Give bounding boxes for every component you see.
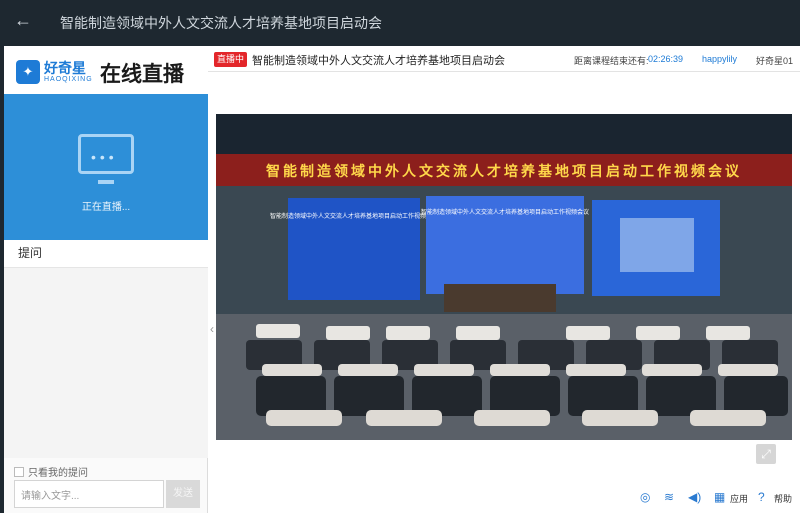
only-mine-checkbox[interactable]: 只看我的提问 bbox=[14, 464, 88, 479]
ask-list bbox=[4, 268, 208, 458]
apps-label[interactable]: 应用 bbox=[730, 492, 748, 505]
window-title-bar: ← 智能制造领域中外人文交流人才培养基地项目启动会 bbox=[0, 0, 800, 44]
app-screen: ✦ 好奇星 HAOQIXING 在线直播 ••• 正在直播... 提问 只看我的… bbox=[4, 46, 800, 513]
user-org: 好奇星01 bbox=[756, 56, 794, 66]
tv-icon: ••• bbox=[78, 134, 134, 174]
only-mine-label: 只看我的提问 bbox=[28, 468, 88, 479]
window-title: 智能制造领域中外人文交流人才培养基地项目启动会 bbox=[60, 15, 382, 31]
sidebar: ✦ 好奇星 HAOQIXING 在线直播 ••• 正在直播... 提问 只看我的… bbox=[4, 46, 208, 513]
center-screen-title: 智能制造领域中外人文交流人才培养基地项目启动工作视频会议 bbox=[421, 208, 589, 216]
live-status-panel: ••• 正在直播... bbox=[4, 94, 208, 240]
video-frame: 智能制造领域中外人文交流人才培养基地项目启动工作视频会议 智能制造领域中外人文交… bbox=[216, 114, 792, 440]
countdown-time: 02:26:39 bbox=[648, 54, 684, 64]
video-player[interactable]: 智能制造领域中外人文交流人才培养基地项目启动工作视频会议 智能制造领域中外人文交… bbox=[216, 114, 792, 440]
course-header: 直播中 智能制造领域中外人文交流人才培养基地项目启动会 距离课程结束还有: 02… bbox=[208, 46, 800, 72]
logo: ✦ 好奇星 HAOQIXING 在线直播 bbox=[4, 46, 208, 94]
right-screen-inner bbox=[620, 218, 694, 272]
logo-mark-icon: ✦ bbox=[16, 60, 40, 84]
countdown-label: 距离课程结束还有: bbox=[574, 56, 649, 66]
logo-sub: HAOQIXING bbox=[44, 76, 93, 83]
user-name[interactable]: happylily bbox=[702, 54, 737, 64]
tv-stand bbox=[98, 180, 114, 184]
tv-dots: ••• bbox=[91, 149, 118, 165]
help-label[interactable]: 帮助 bbox=[774, 492, 792, 505]
volume-icon[interactable]: ◀) bbox=[688, 490, 701, 504]
ask-input[interactable]: 请输入文字... bbox=[14, 480, 164, 508]
podium-table bbox=[444, 284, 556, 312]
ask-header: 提问 bbox=[4, 240, 208, 268]
chair-backs-row-2 bbox=[262, 364, 778, 376]
logo-brand: 好奇星 bbox=[44, 60, 86, 76]
fullscreen-icon[interactable]: ⤢ bbox=[756, 444, 776, 464]
logo-product: 在线直播 bbox=[100, 63, 184, 86]
main-panel: 直播中 智能制造领域中外人文交流人才培养基地项目启动会 距离课程结束还有: 02… bbox=[208, 46, 800, 513]
course-title: 智能制造领域中外人文交流人才培养基地项目启动会 bbox=[252, 55, 505, 67]
collapse-left-icon[interactable]: ‹ bbox=[210, 322, 214, 336]
live-status-text: 正在直播... bbox=[81, 202, 131, 213]
apps-grid-icon[interactable]: ▦ bbox=[714, 490, 725, 504]
back-arrow-icon[interactable]: ← bbox=[14, 10, 32, 31]
checkbox-box[interactable] bbox=[14, 467, 24, 477]
control-bar: ◎ ≋ ◀) ▦ 应用 ? 帮助 bbox=[208, 482, 800, 513]
chair-backs-row-3 bbox=[266, 410, 766, 426]
wifi-icon[interactable]: ≋ bbox=[664, 490, 674, 504]
left-screen-title: 智能制造领域中外人文交流人才培养基地项目启动工作视频会议 bbox=[270, 212, 438, 220]
live-badge: 直播中 bbox=[214, 52, 248, 67]
banner-text: 智能制造领域中外人文交流人才培养基地项目启动工作视频会议 bbox=[265, 163, 742, 179]
send-button[interactable]: 发送 bbox=[166, 480, 200, 508]
help-icon[interactable]: ? bbox=[758, 490, 765, 504]
live-icon[interactable]: ◎ bbox=[640, 490, 650, 504]
